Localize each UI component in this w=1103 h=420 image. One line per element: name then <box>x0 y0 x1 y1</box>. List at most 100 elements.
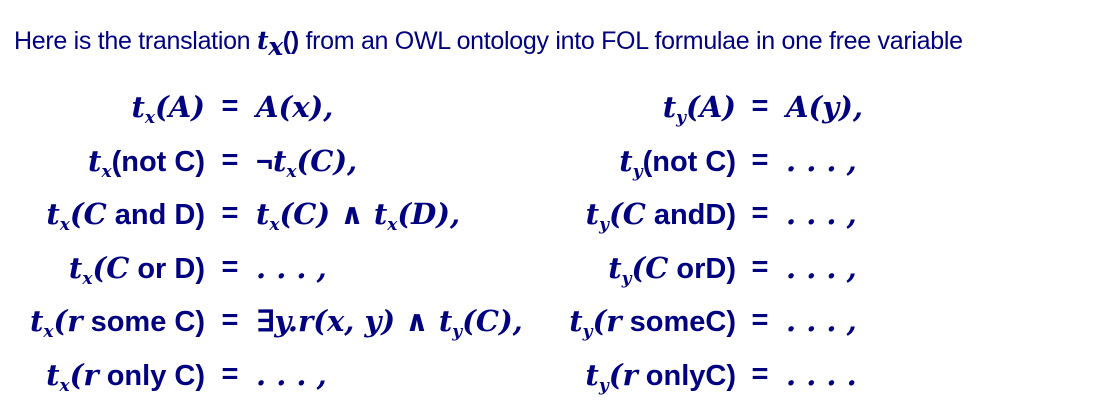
formula-token: t <box>585 357 599 392</box>
rule-left-eq-1: = <box>210 144 250 177</box>
rule-left-eq-0: = <box>210 90 250 123</box>
formula-token: x <box>292 90 310 124</box>
formula-token: t <box>131 90 145 124</box>
formula-token: . . . , <box>256 250 327 285</box>
formula-token: (not C) <box>111 145 205 178</box>
formula-token: ( <box>397 197 412 231</box>
rule-left-eq-5: = <box>210 358 250 391</box>
rule-right-lhs-0: ty(A) <box>540 90 736 128</box>
formula-token: y <box>452 322 463 342</box>
rule-right-rhs-2: . . . , <box>786 197 906 232</box>
formula-token: ( <box>686 90 700 124</box>
formula-token: y <box>676 108 687 128</box>
formula-token: A <box>256 90 279 124</box>
formula-token: x <box>326 304 345 338</box>
formula-token: . . . , <box>786 143 857 178</box>
formula-token: andD) <box>645 199 736 231</box>
formula-token: . . . . <box>786 357 857 392</box>
equals-sign: = <box>221 250 239 283</box>
equals-sign: = <box>751 357 769 390</box>
rule-left-lhs-3: tx(C or D) <box>0 250 205 289</box>
formula-token: ( <box>462 304 476 338</box>
formula-token: ( <box>608 357 623 392</box>
formula-token: t <box>46 197 60 231</box>
formula-token: A <box>168 90 192 124</box>
formula-token: ( <box>155 90 169 124</box>
rule-right-lhs-2: ty(C andD) <box>540 197 736 235</box>
formula-token: x <box>387 215 398 235</box>
formula-token: y <box>599 215 609 235</box>
formula-token: ( <box>53 304 68 338</box>
formula-token: t <box>438 304 453 338</box>
formula-token: and D) <box>106 199 205 231</box>
formula-token: t <box>29 304 44 338</box>
formula-token: ( <box>278 90 293 124</box>
equals-sign: = <box>751 197 769 229</box>
formula-token: ( <box>313 304 327 338</box>
formula-token: t <box>256 197 270 231</box>
formula-token: someC) <box>621 306 736 338</box>
rule-left-rhs-0: A(x), <box>256 90 556 125</box>
heading-function-subscript: x <box>268 32 283 61</box>
rule-right-eq-2: = <box>740 197 780 230</box>
formula-token: C <box>106 250 130 285</box>
formula-token: x <box>269 215 280 235</box>
formula-token: ¬ <box>256 145 273 178</box>
formula-token: ( <box>608 197 623 231</box>
formula-token: t <box>619 143 633 178</box>
formula-token: t <box>88 143 102 178</box>
equals-sign: = <box>221 197 239 229</box>
formula-token: ) <box>722 90 736 124</box>
formula-token: ( <box>631 250 646 285</box>
formula-token: ( <box>69 357 84 392</box>
formula-token: ( <box>279 197 294 231</box>
formula-token: C <box>622 197 646 231</box>
formula-token: C <box>293 197 317 231</box>
formula-token: onlyC) <box>637 359 736 392</box>
formula-token: x <box>59 375 70 396</box>
formula-token: y <box>582 322 593 342</box>
formula-token: ), <box>498 304 523 338</box>
equals-sign: = <box>221 143 239 176</box>
rule-right-lhs-5: ty(r onlyC) <box>540 357 736 396</box>
rule-left-lhs-5: tx(r only C) <box>0 357 205 396</box>
formula-token: ) ∧ <box>381 304 439 338</box>
rule-right-eq-1: = <box>740 144 780 177</box>
formula-token: some C) <box>82 306 205 338</box>
formula-token: y <box>621 268 632 289</box>
rule-right-lhs-4: ty(r someC) <box>540 304 736 342</box>
heading-prefix: Here is the translation <box>14 27 257 55</box>
formula-token: A <box>786 90 809 124</box>
equals-sign: = <box>221 90 239 122</box>
formula-token: ( <box>296 143 311 178</box>
rule-left-rhs-2: tx(C) ∧ tx(D), <box>256 197 556 235</box>
equals-sign: = <box>751 304 769 336</box>
formula-token: y <box>822 90 840 124</box>
heading-suffix: from an OWL ontology into FOL formulae i… <box>298 27 963 55</box>
formula-token: ), <box>436 197 461 231</box>
formula-token: t <box>68 250 83 285</box>
formula-token: x <box>101 161 112 182</box>
formula-token: ), <box>839 90 863 124</box>
formula-token: ( <box>69 197 84 231</box>
rule-left-eq-3: = <box>210 251 250 284</box>
formula-token: . . . , <box>786 250 857 285</box>
formula-token: orD) <box>668 252 736 285</box>
formula-token: t <box>569 304 583 338</box>
formula-token: t <box>272 143 287 178</box>
formula-token: x <box>43 322 54 342</box>
formula-token: . . . , <box>786 197 857 231</box>
rule-left-rhs-4: ∃y.r(x, y) ∧ ty(C), <box>256 304 556 342</box>
formula-token: ( <box>92 250 107 285</box>
formula-token: r <box>606 304 622 338</box>
formula-token: r <box>622 357 638 392</box>
rule-right-eq-0: = <box>740 90 780 123</box>
rule-left-eq-2: = <box>210 197 250 230</box>
formula-token: x <box>82 268 93 289</box>
formula-token: only C) <box>98 359 205 392</box>
equals-sign: = <box>751 143 769 176</box>
formula-token: y <box>598 375 609 396</box>
formula-token: r <box>297 304 314 338</box>
formula-token: . . . , <box>786 304 857 338</box>
rule-right-eq-4: = <box>740 304 780 337</box>
